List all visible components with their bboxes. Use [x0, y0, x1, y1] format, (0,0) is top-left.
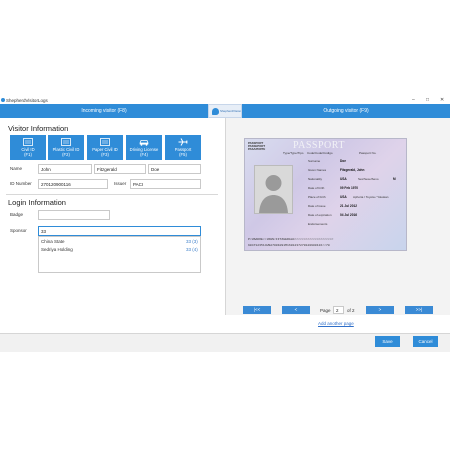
passport-code-label: Code/Code/Código [307, 151, 333, 155]
paper-civil-id-button[interactable]: Paper Civil ID (F3) [87, 135, 123, 160]
civil-id-key: (F1) [24, 152, 32, 157]
maximize-button[interactable]: □ [426, 97, 429, 103]
logo-text: ShepherdVision [220, 109, 242, 113]
passport-pob-extra: Aphoria / Toyota / Yokokan [353, 195, 389, 199]
sponsor-label: Sponsor [10, 228, 27, 233]
passport-expiry-label: Date of expiration [308, 213, 332, 217]
id-card-icon [61, 138, 71, 146]
passport-number-label: Passport No. [359, 151, 377, 155]
passport-mrz-line2: 9047123514USA7001091M1601237270120900116… [248, 243, 330, 247]
pane-divider [225, 118, 226, 315]
first-page-button[interactable]: |<< [243, 306, 271, 314]
passport-sex-label: Sex/Sexe/Sexo [358, 177, 379, 181]
issuer-field[interactable]: PACI [130, 179, 201, 189]
passport-pob: USA [340, 195, 347, 199]
prev-page-button[interactable]: < [282, 306, 310, 314]
passport-nationality-label: Nationality [308, 177, 323, 181]
passport-given-label: Given Names [308, 168, 327, 172]
logo: ShepherdVision [208, 104, 242, 118]
login-info-heading: Login Information [8, 198, 66, 207]
last-page-button[interactable]: >>| [405, 306, 433, 314]
passport-pob-label: Place of birth [308, 195, 326, 199]
of-label: of [347, 308, 351, 313]
passport-key: (F5) [179, 152, 187, 157]
page-number-field[interactable]: 2 [333, 306, 344, 314]
badge-field[interactable] [38, 210, 110, 220]
passport-issue: 21 Jul 2012 [340, 204, 358, 208]
add-page-link[interactable]: Add another page [318, 321, 354, 326]
sponsor-suggestions: China State 33 (3) Sedriya Holding 33 (4… [38, 236, 201, 273]
section-divider [6, 194, 218, 195]
logo-mark-icon [212, 108, 219, 115]
last-name-field[interactable]: Doe [148, 164, 201, 174]
window-title: ShepherdVisitorLogs [6, 98, 48, 103]
passport-endorse-label: Endorsements [308, 222, 328, 226]
driving-license-button[interactable]: Driving License (F4) [126, 135, 162, 160]
middle-name-field[interactable]: Fitzgerald [94, 164, 146, 174]
plane-icon [178, 138, 188, 146]
passport-given: Fitzgerald, John [340, 168, 365, 172]
person-silhouette-icon [255, 166, 292, 213]
issuer-label: Issuer [114, 181, 127, 186]
passport-scan: PASSPORT PASSEPORT PASAPORTE PASSPORT Ty… [244, 138, 407, 251]
car-icon [139, 140, 149, 146]
name-label: Name [10, 166, 23, 171]
page-total: 2 [352, 308, 355, 313]
paper-civil-id-key: (F3) [101, 152, 109, 157]
minimize-button[interactable]: – [412, 97, 415, 103]
suggestion-item-code: 33 (4) [186, 247, 198, 252]
driving-license-key: (F4) [140, 152, 148, 157]
sponsor-field[interactable]: 33 [38, 226, 201, 236]
badge-label: Badge [10, 212, 24, 217]
passport-issue-label: Date of issue [308, 204, 326, 208]
visitor-info-heading: Visitor Information [8, 124, 69, 133]
passport-nationality: USA [340, 177, 347, 181]
title-bar: ShepherdVisitorLogs – □ ✕ [0, 97, 450, 104]
cancel-button[interactable]: Cancel [413, 336, 438, 347]
suggestion-item-code: 33 (3) [186, 239, 198, 244]
passport-expiry: 04 Jul 2016 [340, 213, 358, 217]
plastic-civil-id-button[interactable]: Plastic Civil ID (F2) [48, 135, 84, 160]
passport-surname-label: Surname [308, 159, 321, 163]
next-page-button[interactable]: > [366, 306, 394, 314]
passport-photo [254, 165, 293, 214]
app-icon [1, 98, 5, 102]
id-card-icon [100, 138, 110, 146]
tab-outgoing[interactable]: Outgoing visitor (F9) [242, 104, 450, 118]
close-button[interactable]: ✕ [440, 97, 444, 103]
save-button[interactable]: Save [375, 336, 400, 347]
id-number-field[interactable]: 270120900116 [38, 179, 108, 189]
passport-surname: Doe [340, 159, 347, 163]
passport-header-small: PASSPORT PASSEPORT PASAPORTE [248, 141, 266, 151]
passport-mrz-line1: P<USADOE<<JOHN<FITZGERALD<<<<<<<<<<<<<<<… [248, 237, 334, 241]
suggestion-item-name[interactable]: China State [41, 239, 65, 244]
passport-dob-label: Date of birth [308, 186, 325, 190]
passport-type-label: Type/Type/Tipo [283, 151, 304, 155]
first-name-field[interactable]: John [38, 164, 92, 174]
tab-incoming[interactable]: Incoming visitor (F8) [0, 104, 208, 118]
passport-button[interactable]: Passport (F5) [165, 135, 201, 160]
passport-sex: M [393, 177, 396, 181]
passport-title: PASSPORT [293, 140, 345, 151]
suggestion-item-name[interactable]: Sedriya Holding [41, 247, 73, 252]
plastic-civil-id-key: (F2) [62, 152, 70, 157]
id-number-label: ID Number [10, 181, 32, 186]
passport-dob: 09 Feb 1970 [340, 186, 359, 190]
page-label: Page [320, 308, 331, 313]
id-card-icon [23, 138, 33, 146]
civil-id-button[interactable]: Civil ID (F1) [10, 135, 46, 160]
